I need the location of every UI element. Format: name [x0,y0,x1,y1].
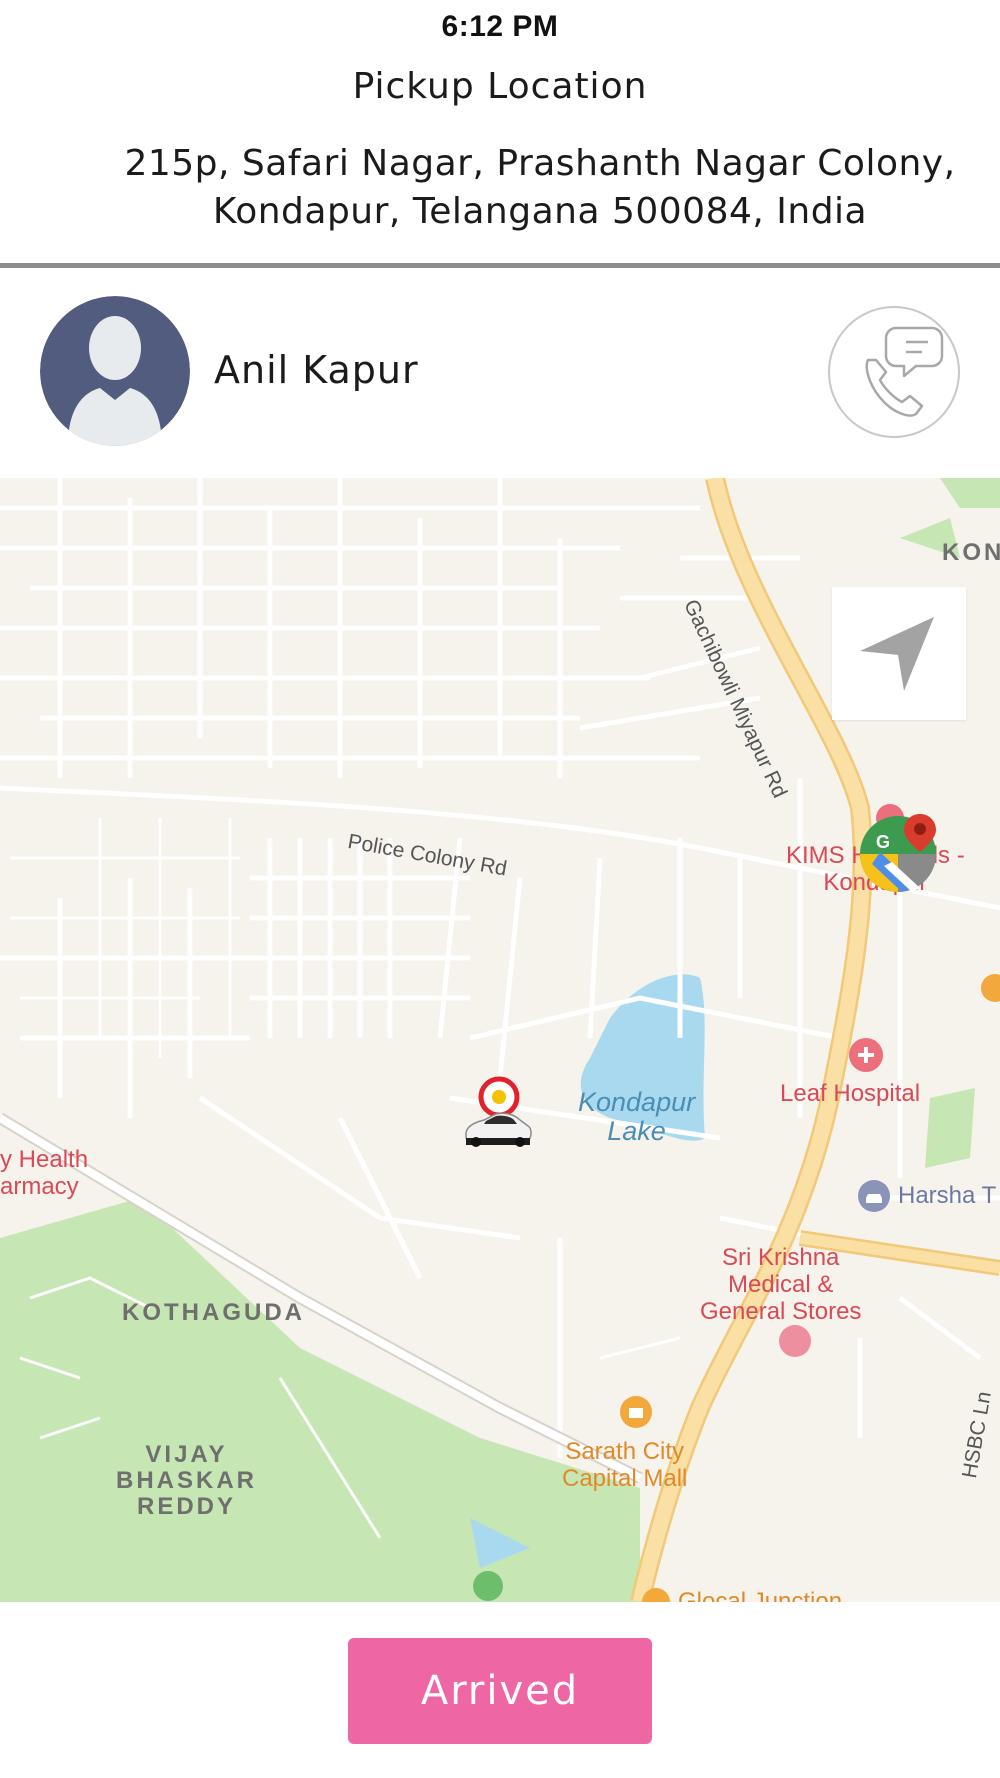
poi-sri-krishna-medical: Sri Krishna Medical & General Stores [700,1244,862,1325]
page-title: Pickup Location [352,66,648,107]
rider-name: Anil Kapur [214,348,419,392]
poi-health-pharmacy: y Health armacy [0,1146,89,1200]
poi-harsha: Harsha T [898,1182,997,1209]
poi-leaf-hospital: Leaf Hospital [780,1080,921,1107]
google-maps-button[interactable]: G [858,810,942,894]
svg-text:G: G [876,832,890,852]
person-silhouette-icon [40,296,190,446]
rider-card: Anil Kapur [0,268,1000,478]
phone-chat-icon [865,326,944,417]
navigation-arrow-icon [860,617,934,691]
car-icon [465,1112,532,1147]
status-time: 6:12 PM [441,10,559,43]
area-label-vijay-bhaskar-reddy: VIJAY BHASKAR REDDY [116,1441,257,1520]
poi-glocal-junction: Glocal Junction [678,1588,843,1602]
recenter-button[interactable] [832,587,966,720]
arrived-button[interactable]: Arrived [348,1638,652,1744]
google-maps-icon: G [860,814,936,892]
contact-button[interactable] [828,306,960,438]
pickup-address: 215p, Safari Nagar, Prashanth Nagar Colo… [124,143,956,232]
lake-label: Kondapur Lake [578,1087,696,1146]
area-label-kothaguda: KOTHAGUDA [122,1299,305,1326]
area-label-kon: KON [942,539,1000,566]
poi-sarath-city-mall: Sarath City Capital Mall [562,1438,688,1492]
avatar [40,296,190,446]
map-view[interactable]: Gachibowli Miyapur Rd Police Colony Rd H… [0,478,1000,1602]
status-bar: 6:12 PM [0,0,1000,56]
